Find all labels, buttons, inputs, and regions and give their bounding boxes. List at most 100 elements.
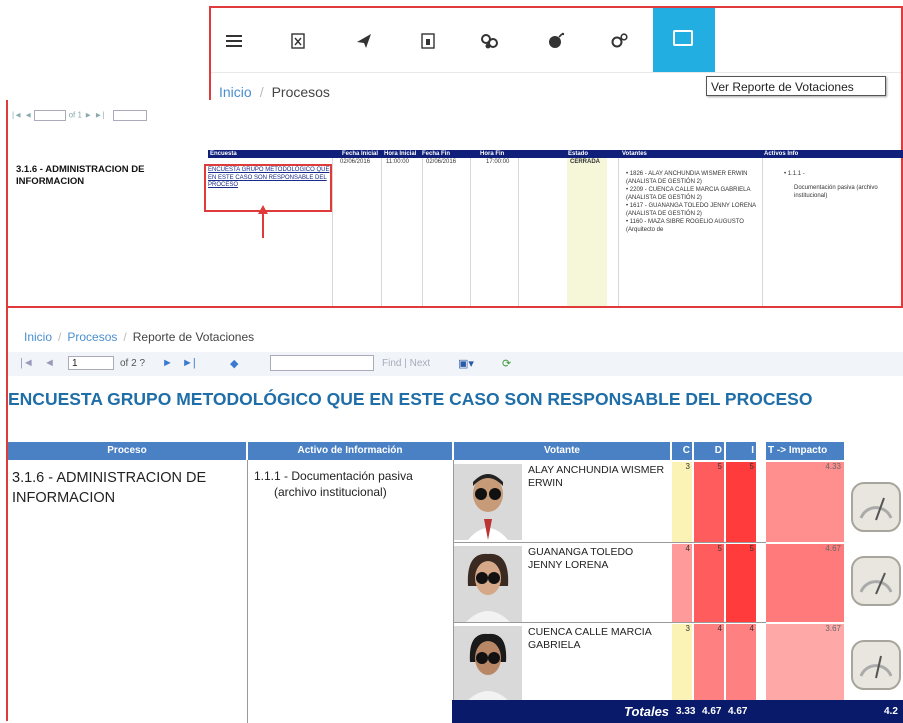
breadcrumb-procesos-link[interactable]: Procesos	[67, 330, 117, 344]
find-input[interactable]	[270, 355, 374, 371]
report-title: ENCUESTA GRUPO METODOLÓGICO QUE EN ESTE …	[8, 389, 813, 409]
mini-page-input[interactable]	[34, 110, 67, 121]
mini-estado: CERRADA	[570, 159, 600, 165]
breadcrumb-current: Procesos	[271, 84, 330, 100]
score-c-2: 4	[672, 544, 692, 622]
header-d: D	[694, 442, 724, 460]
next-page-icon[interactable]: ►	[162, 357, 173, 369]
list-item: • 2209 - CUENCA CALLE MARCIA GABRIELA (A…	[626, 187, 751, 201]
bomb-icon[interactable]	[545, 30, 567, 52]
mini-proceso-name: 3.1.6 - ADMINISTRACION DE INFORMACION	[16, 164, 145, 187]
mini-report-panel: |◄ ◄ of 1 ► ►| Encuesta Fecha Inicial Ho…	[6, 100, 903, 306]
refresh-icon[interactable]: ⟳	[502, 357, 511, 370]
header-c: C	[672, 442, 692, 460]
score-c-3: 3	[672, 624, 692, 700]
voter-name-3: CUENCA CALLE MARCIA GABRIELA	[528, 626, 652, 651]
link-icon[interactable]	[479, 30, 501, 52]
report-panel: Inicio / Procesos / Reporte de Votaciones |◄…	[6, 306, 903, 723]
arrow-annotation-icon	[258, 205, 268, 238]
score-t-3: 3.67	[766, 624, 844, 700]
page-count-label: of 2 ?	[120, 358, 146, 369]
find-next-links: Find | Next	[382, 358, 431, 369]
total-c: 3.33	[676, 706, 696, 717]
settings-icon[interactable]	[609, 30, 631, 52]
activo-line-2: (archivo institucional)	[274, 485, 387, 499]
find-link[interactable]: Find	[382, 358, 401, 369]
menu-icon[interactable]	[223, 30, 245, 52]
header-votante: Votante	[454, 442, 670, 460]
mini-hora-fin: 17:00:00	[486, 159, 510, 165]
mini-header-hora-fin: Hora Fin	[480, 151, 505, 157]
next-link[interactable]: Next	[410, 358, 431, 369]
voter-name-2: GUANANGA TOLEDO JENNY LORENA	[528, 546, 634, 571]
breadcrumb-bottom: Inicio / Procesos / Reporte de Votaciones	[24, 330, 255, 344]
mini-fecha-fin: 02/06/2016	[426, 159, 457, 165]
mini-activos-list: • 1.1.1 - Documentación pasiva (archivo …	[784, 170, 894, 200]
header-i: I	[726, 442, 756, 460]
breadcrumb-home-link[interactable]: Inicio	[24, 330, 52, 344]
activo-info: 1.1.1 - Documentación pasiva (archivo in…	[254, 468, 454, 500]
page-number-input[interactable]: 1	[68, 356, 114, 370]
score-i-2: 5	[726, 544, 756, 622]
list-item: • 1617 - GUANANGA TOLEDO JENNY LORENA (A…	[626, 203, 756, 217]
excel-icon[interactable]	[287, 30, 309, 52]
score-i-1: 5	[726, 462, 756, 542]
mini-header-encuesta: Encuesta	[210, 151, 237, 157]
toolbar	[211, 8, 901, 73]
breadcrumb-home-link[interactable]: Inicio	[219, 84, 252, 100]
mini-hora-inicial: 11:00:00	[386, 159, 409, 165]
mini-header-fecha-fin: Fecha Fin	[422, 151, 451, 157]
avatar	[454, 464, 522, 540]
report-icon[interactable]	[653, 8, 715, 72]
mini-votantes-list: • 1826 - ALAY ANCHUNDIA WISMER ERWIN (AN…	[626, 170, 756, 234]
prev-page-icon[interactable]: ◄	[44, 357, 55, 369]
breadcrumb-current: Reporte de Votaciones	[132, 330, 255, 344]
mini-header-activos: Activos Info	[764, 151, 799, 157]
gauge-icon	[851, 482, 901, 532]
gauge-icon	[851, 640, 901, 690]
header-proceso: Proceso	[8, 442, 246, 460]
send-icon[interactable]	[353, 30, 375, 52]
avatar	[454, 626, 522, 702]
mini-find-input[interactable]	[112, 110, 147, 121]
totals-label: Totales	[624, 704, 670, 719]
list-item: • 1826 - ALAY ANCHUNDIA WISMER ERWIN (AN…	[626, 171, 748, 185]
mini-fecha-inicial: 02/06/2016	[340, 159, 371, 165]
document-icon[interactable]	[417, 30, 439, 52]
total-i: 4.67	[728, 706, 748, 717]
tooltip-ver-reporte: Ver Reporte de Votaciones	[706, 76, 886, 96]
first-page-icon[interactable]: |◄	[20, 357, 34, 369]
mini-of-label: of 1	[68, 110, 82, 120]
header-activo: Activo de Información	[248, 442, 452, 460]
score-d-3: 4	[694, 624, 724, 700]
total-t: 4.2	[884, 706, 898, 717]
score-d-2: 5	[694, 544, 724, 622]
mini-activo-desc: Documentación pasiva (archivo institucio…	[794, 185, 878, 199]
report-viewer-toolbar: |◄ ◄ 1 of 2 ? ► ►| ◆ Find | Next ▣▾ ⟳	[8, 352, 903, 376]
total-d: 4.67	[702, 706, 722, 717]
gauge-icon	[851, 556, 901, 606]
score-t-2: 4.67	[766, 544, 844, 622]
list-item: • 1160 - MAZA SIBRE ROGELIO AUGUSTO (Arq…	[626, 219, 744, 233]
mini-header-votantes: Votantes	[622, 151, 647, 157]
mini-header-estado: Estado	[568, 151, 589, 157]
header-t: T -> Impacto	[766, 442, 844, 460]
score-t-1: 4.33	[766, 462, 844, 542]
score-d-1: 5	[694, 462, 724, 542]
next-page-icon[interactable]: ► ►|	[84, 111, 104, 120]
first-page-icon[interactable]: |◄ ◄	[12, 111, 32, 120]
list-item: • 1.1.1 -	[784, 171, 805, 177]
export-icon[interactable]: ▣▾	[458, 357, 474, 370]
activo-line-1: 1.1.1 - Documentación pasiva	[254, 469, 413, 483]
score-c-1: 3	[672, 462, 692, 542]
score-i-3: 4	[726, 624, 756, 700]
survey-link[interactable]: ENCUESTA GRUPO METODOLÓGICO QUE EN ESTE …	[208, 167, 330, 190]
mini-header-hora-inicial: Hora Inicial	[384, 151, 417, 157]
breadcrumb-top: Inicio / Procesos	[219, 84, 330, 100]
proceso-name: 3.1.6 - ADMINISTRACION DE INFORMACION	[12, 470, 207, 506]
last-page-icon[interactable]: ►|	[182, 357, 196, 369]
voter-name-1: ALAY ANCHUNDIA WISMER ERWIN	[528, 464, 665, 489]
back-icon[interactable]: ◆	[230, 357, 238, 370]
mini-header-fecha-inicial: Fecha Inicial	[342, 151, 379, 157]
totals-row: Totales 3.33 4.67 4.67 4.2	[452, 700, 903, 723]
